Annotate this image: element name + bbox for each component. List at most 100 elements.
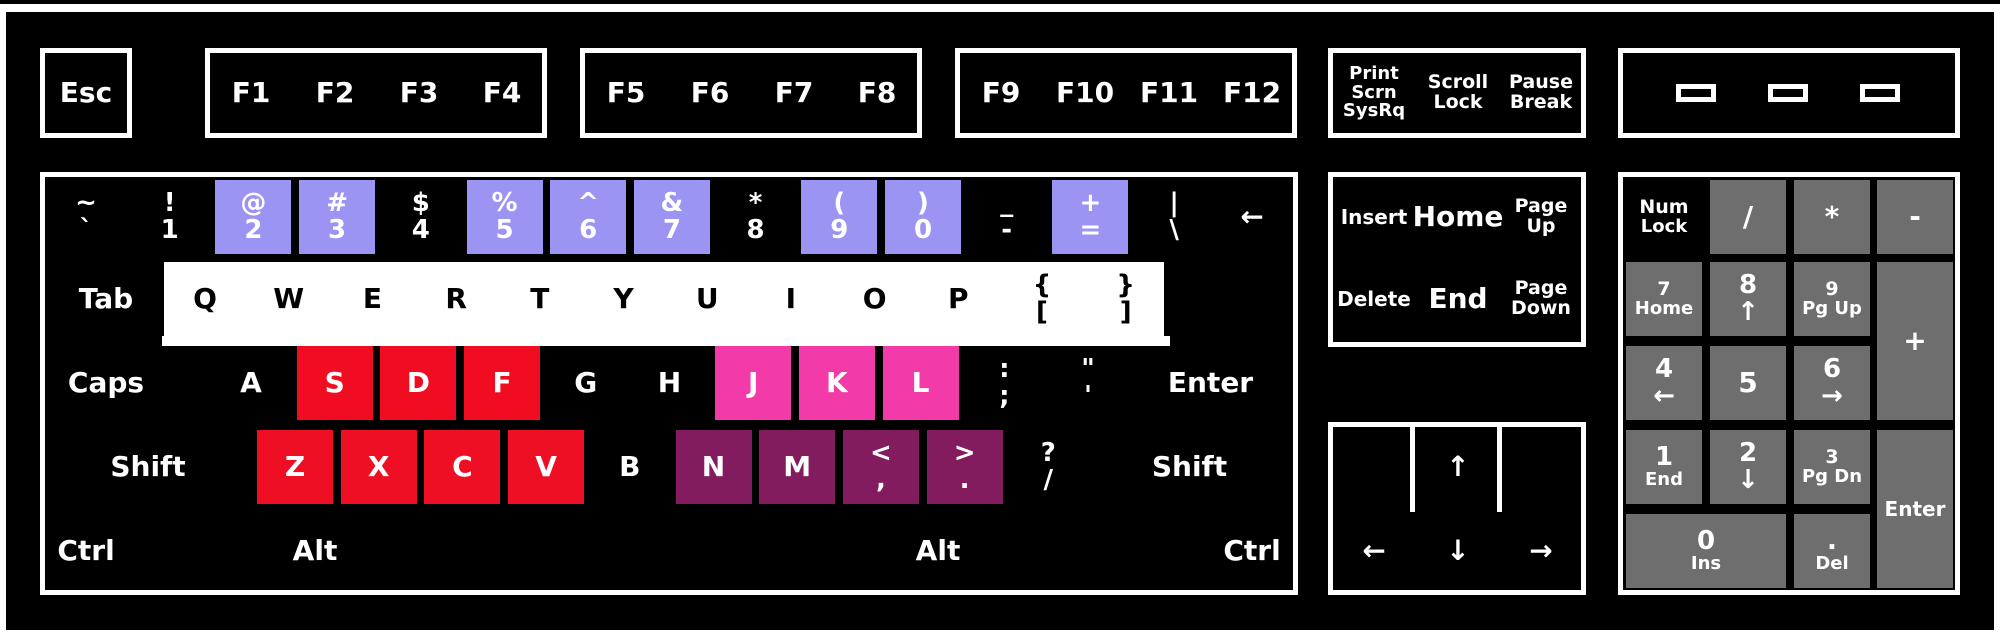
key-shift-left[interactable]: Shift [48, 430, 248, 504]
key-minus[interactable]: _ - [968, 180, 1045, 254]
key-f8[interactable]: F8 [839, 56, 915, 130]
key-alt-left[interactable]: Alt [257, 514, 373, 588]
key-page-up[interactable]: Page Up [1503, 180, 1579, 254]
key-num-4[interactable]: 4 ← [1626, 346, 1702, 420]
key-esc[interactable]: Esc [48, 56, 124, 130]
key-j[interactable]: J [715, 346, 792, 420]
key-f7[interactable]: F7 [756, 56, 832, 130]
key-delete[interactable]: Delete [1336, 262, 1412, 336]
key-arrow-down[interactable]: ↓ [1420, 514, 1496, 588]
key-backspace[interactable]: ← [1214, 180, 1290, 254]
key-f1[interactable]: F1 [213, 56, 289, 130]
key-arrow-right[interactable]: → [1503, 514, 1579, 588]
key-num-7[interactable]: 7 Home [1626, 262, 1702, 336]
key-digit-4[interactable]: $4 [382, 180, 459, 254]
key-num-0[interactable]: 0 Ins [1626, 514, 1786, 588]
key-num-decimal[interactable]: . Del [1794, 514, 1870, 588]
key-ctrl-left[interactable]: Ctrl [48, 514, 124, 588]
key-i[interactable]: I [752, 262, 829, 336]
key-print-screen[interactable]: Print Scrn SysRq [1336, 56, 1412, 130]
key-scroll-lock[interactable]: Scroll Lock [1420, 56, 1496, 130]
blank-key[interactable] [133, 514, 247, 588]
key-num-1[interactable]: 1 End [1626, 430, 1702, 504]
key-alt-right[interactable]: Alt [880, 514, 996, 588]
key-num-9[interactable]: 9 Pg Up [1794, 262, 1870, 336]
key-v[interactable]: V [508, 430, 585, 504]
key-o[interactable]: O [836, 262, 913, 336]
key-f3[interactable]: F3 [381, 56, 457, 130]
key-comma[interactable]: <, [842, 430, 919, 504]
key-num-lock[interactable]: Num Lock [1626, 180, 1702, 254]
key-digit-5[interactable]: % 5 [466, 180, 543, 254]
key-f12[interactable]: F12 [1214, 56, 1290, 130]
key-num-minus[interactable]: - [1877, 180, 1953, 254]
key-caps[interactable]: Caps [48, 346, 164, 420]
key-shift-right[interactable]: Shift [1089, 430, 1290, 504]
blank-key[interactable] [1005, 514, 1121, 588]
key-digit-6[interactable]: ^ 6 [550, 180, 627, 254]
key-num-multiply[interactable]: * [1794, 180, 1870, 254]
key-tab[interactable]: Tab [48, 262, 164, 336]
key-digit-8[interactable]: * 8 [717, 180, 794, 254]
key-bracket-right[interactable]: }] [1087, 262, 1164, 336]
key-period[interactable]: >. [926, 430, 1003, 504]
key-f9[interactable]: F9 [963, 56, 1039, 130]
key-l[interactable]: L [882, 346, 959, 420]
blank-key[interactable] [1131, 514, 1207, 588]
key-y[interactable]: Y [585, 262, 662, 336]
key-digit-0[interactable]: ) 0 [885, 180, 961, 254]
key-h[interactable]: H [631, 346, 708, 420]
key-backslash[interactable]: | \ [1136, 180, 1213, 254]
key-e[interactable]: E [334, 262, 411, 336]
key-digit-7[interactable]: & 7 [633, 180, 710, 254]
key-s[interactable]: S [296, 346, 373, 420]
key-n[interactable]: N [675, 430, 752, 504]
key-g[interactable]: G [547, 346, 624, 420]
key-ctrl-right[interactable]: Ctrl [1214, 514, 1290, 588]
key-f2[interactable]: F2 [297, 56, 373, 130]
key-equals[interactable]: + = [1052, 180, 1129, 254]
key-num-divide[interactable]: / [1710, 180, 1786, 254]
key-z[interactable]: Z [257, 430, 333, 504]
key-tilde[interactable]: ~ ` [48, 180, 124, 254]
key-q[interactable]: Q [167, 262, 243, 336]
key-c[interactable]: C [424, 430, 501, 504]
key-pause-break[interactable]: Pause Break [1503, 56, 1579, 130]
key-f4[interactable]: F4 [464, 56, 540, 130]
key-f10[interactable]: F10 [1047, 56, 1123, 130]
key-num-6[interactable]: 6 → [1794, 346, 1870, 420]
key-enter[interactable]: Enter [1131, 346, 1290, 420]
key-f5[interactable]: F5 [588, 56, 664, 130]
key-d[interactable]: D [380, 346, 457, 420]
key-bracket-left[interactable]: {[ [1004, 262, 1080, 336]
key-digit-3[interactable]: #3 [299, 180, 376, 254]
key-b[interactable]: B [591, 430, 668, 504]
key-num-enter[interactable]: Enter [1877, 430, 1953, 588]
key-quote[interactable]: " ' [1050, 346, 1126, 420]
key-arrow-up[interactable]: ↑ [1420, 430, 1496, 504]
key-digit-9[interactable]: (9 [801, 180, 878, 254]
key-num-plus[interactable]: + [1877, 262, 1953, 420]
key-num-5[interactable]: 5 [1710, 346, 1786, 420]
key-insert[interactable]: Insert [1336, 180, 1412, 254]
key-f[interactable]: F [464, 346, 541, 420]
key-k[interactable]: K [798, 346, 875, 420]
key-r[interactable]: R [418, 262, 495, 336]
key-page-down[interactable]: Page Down [1503, 262, 1579, 336]
key-semicolon[interactable]: :; [966, 346, 1043, 420]
key-arrow-left[interactable]: ← [1336, 514, 1412, 588]
key-num-2[interactable]: 2 ↓ [1710, 430, 1786, 504]
key-digit-2[interactable]: @2 [215, 180, 292, 254]
key-f11[interactable]: F11 [1131, 56, 1207, 130]
key-a[interactable]: A [213, 346, 289, 420]
key-u[interactable]: U [669, 262, 746, 336]
key-w[interactable]: W [250, 262, 327, 336]
blank-key[interactable] [173, 346, 207, 420]
key-p[interactable]: P [920, 262, 997, 336]
key-home[interactable]: Home [1413, 180, 1503, 254]
key-num-3[interactable]: 3 Pg Dn [1794, 430, 1870, 504]
key-t[interactable]: T [501, 262, 578, 336]
key-m[interactable]: M [759, 430, 836, 504]
key-num-8[interactable]: 8 ↑ [1710, 262, 1786, 336]
key-f6[interactable]: F6 [672, 56, 748, 130]
